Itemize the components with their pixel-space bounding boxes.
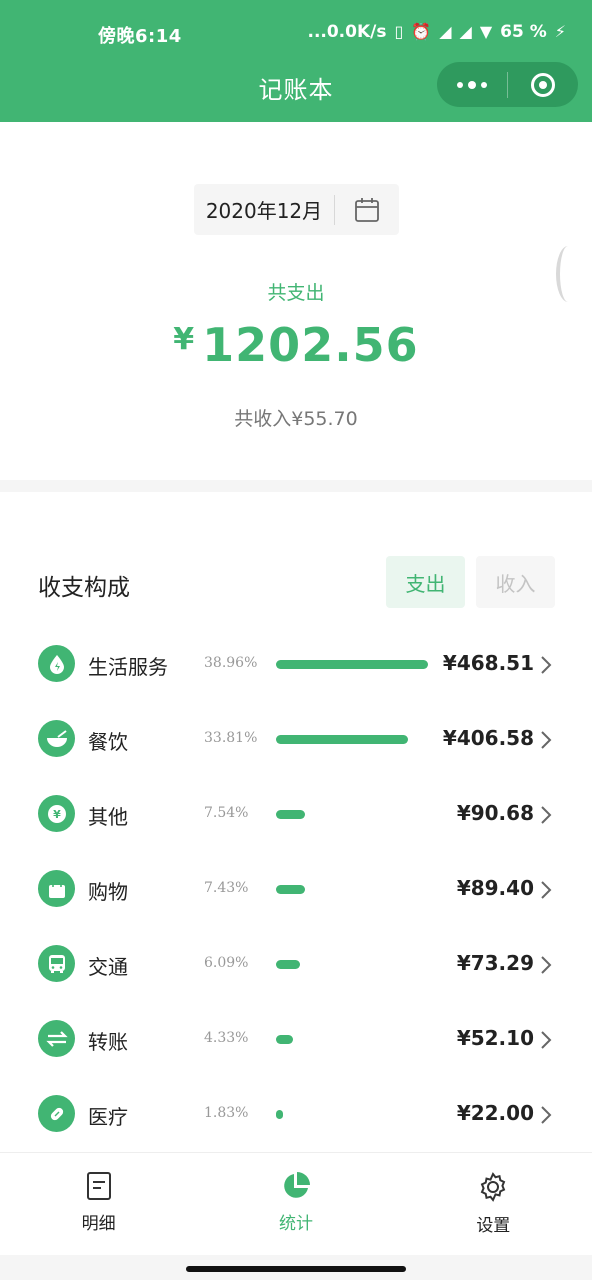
category-amount: ¥73.29 <box>456 951 534 975</box>
category-percent: 6.09% <box>204 955 249 971</box>
pie-chart-icon <box>284 1172 310 1198</box>
category-share-bar <box>276 660 428 669</box>
category-amount: ¥22.00 <box>456 1101 534 1125</box>
category-amount: ¥52.10 <box>456 1026 534 1050</box>
miniprogram-capsule <box>437 62 578 107</box>
tab-settings[interactable]: 设置 <box>395 1153 592 1255</box>
category-amount: ¥468.51 <box>442 651 534 675</box>
income-toggle-button[interactable]: 收入 <box>476 556 555 608</box>
category-row[interactable]: ¥ 其他 7.54% ¥90.68 <box>0 777 592 852</box>
close-button[interactable] <box>508 62 578 107</box>
target-circle-icon <box>531 72 555 97</box>
chevron-right-icon <box>541 881 552 899</box>
tab-label: 设置 <box>476 1216 511 1236</box>
home-indicator <box>186 1266 406 1272</box>
tab-details[interactable]: 明细 <box>0 1153 197 1255</box>
chevron-right-icon <box>541 1106 552 1124</box>
svg-text:¥: ¥ <box>53 808 61 821</box>
month-text: 2020年12月 <box>205 199 323 223</box>
category-percent: 1.83% <box>204 1105 249 1121</box>
category-row[interactable]: 购物 7.43% ¥89.40 <box>0 852 592 927</box>
category-share-bar <box>276 960 300 969</box>
category-name: 餐饮 <box>88 730 128 754</box>
category-name: 其他 <box>88 805 128 829</box>
summary-card: 2020年12月 共支出 ¥1202.56 共收入¥55.70 <box>0 122 592 480</box>
chevron-right-icon <box>541 656 552 674</box>
calendar-icon[interactable] <box>335 197 399 223</box>
category-amount: ¥406.58 <box>442 726 534 750</box>
tab-label: 统计 <box>278 1214 313 1234</box>
swipe-handle[interactable] <box>556 246 580 302</box>
category-amount: ¥90.68 <box>456 801 534 825</box>
category-share-bar <box>276 810 305 819</box>
category-share-bar <box>276 735 408 744</box>
category-name: 购物 <box>88 880 128 904</box>
category-amount: ¥89.40 <box>456 876 534 900</box>
document-icon <box>86 1172 111 1200</box>
category-name: 医疗 <box>88 1105 128 1129</box>
category-name: 生活服务 <box>88 655 168 679</box>
expense-toggle-button[interactable]: 支出 <box>386 556 465 608</box>
composition-card: 收支构成 支出 收入 生活服务 38.96% ¥468.51 餐饮 33.81% ¥406… <box>0 492 592 1152</box>
status-bar: 傍晚6:14 ...0.0K/s ▯ ⏰ ◢ ◢ ▼ 65 % ⚡ <box>0 0 592 66</box>
alarm-icon: ⏰ <box>411 22 432 41</box>
expense-total-value: 1202.56 <box>202 318 419 372</box>
battery-level: 65 % <box>500 22 547 42</box>
category-row[interactable]: 转账 4.33% ¥52.10 <box>0 1002 592 1077</box>
status-icons: ...0.0K/s ▯ ⏰ ◢ ◢ ▼ 65 % ⚡ <box>307 22 566 42</box>
expense-total: ¥1202.56 <box>0 318 592 372</box>
header: 傍晚6:14 ...0.0K/s ▯ ⏰ ◢ ◢ ▼ 65 % ⚡ 记账本 <box>0 0 592 122</box>
bowl-icon <box>38 720 75 757</box>
category-name: 转账 <box>88 1030 128 1054</box>
more-dot-icon <box>481 81 487 88</box>
tab-bar: 明细 统计 设置 <box>0 1152 592 1255</box>
charging-icon: ⚡ <box>554 22 566 41</box>
category-percent: 4.33% <box>204 1030 249 1046</box>
chevron-right-icon <box>541 956 552 974</box>
water-drop-icon <box>38 645 75 682</box>
month-picker[interactable]: 2020年12月 <box>194 184 399 235</box>
category-share-bar <box>276 885 305 894</box>
signal-icon: ◢ <box>439 22 452 41</box>
currency-symbol: ¥ <box>173 322 195 357</box>
more-dot-icon <box>468 80 476 89</box>
category-row[interactable]: 生活服务 38.96% ¥468.51 <box>0 627 592 702</box>
pill-icon <box>38 1095 75 1132</box>
wifi-icon: ▼ <box>479 22 493 41</box>
section-title: 收支构成 <box>38 575 130 601</box>
category-percent: 7.43% <box>204 880 249 896</box>
category-name: 交通 <box>88 955 128 979</box>
category-percent: 7.54% <box>204 805 249 821</box>
network-speed: ...0.0K/s <box>307 22 387 42</box>
expense-label: 共支出 <box>267 282 325 304</box>
category-share-bar <box>276 1110 283 1119</box>
status-time: 傍晚6:14 <box>98 26 182 47</box>
chevron-right-icon <box>541 1031 552 1049</box>
category-percent: 38.96% <box>204 655 258 671</box>
income-total: 共收入¥55.70 <box>234 408 358 430</box>
signal-icon-2: ◢ <box>459 22 472 41</box>
chevron-right-icon <box>541 731 552 749</box>
category-row[interactable]: 餐饮 33.81% ¥406.58 <box>0 702 592 777</box>
category-row[interactable]: 交通 6.09% ¥73.29 <box>0 927 592 1002</box>
more-dot-icon <box>457 81 463 88</box>
vibrate-icon: ▯ <box>394 22 404 41</box>
tab-statistics[interactable]: 统计 <box>197 1153 394 1255</box>
bus-icon <box>38 945 75 982</box>
transfer-arrows-icon <box>38 1020 75 1057</box>
shopping-bag-icon <box>38 870 75 907</box>
more-button[interactable] <box>437 62 507 107</box>
category-share-bar <box>276 1035 293 1044</box>
category-percent: 33.81% <box>204 730 258 746</box>
tab-label: 明细 <box>81 1214 116 1234</box>
chevron-right-icon <box>541 806 552 824</box>
category-row[interactable]: 医疗 1.83% ¥22.00 <box>0 1077 592 1152</box>
gear-icon <box>481 1172 506 1202</box>
yen-coin-icon: ¥ <box>38 795 75 832</box>
